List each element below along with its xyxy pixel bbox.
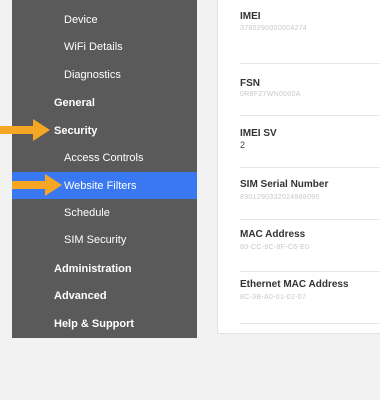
detail-value: 3780290000004274 [240, 25, 308, 32]
sidebar-item-administration[interactable]: Administration [12, 255, 197, 282]
sidebar-item-label: Device [64, 13, 98, 26]
sidebar-item-label: General [54, 96, 95, 109]
sidebar-item-device[interactable]: Device [12, 6, 197, 33]
detail-value: 0R8F27WN0000A [240, 91, 301, 98]
detail-value: 8C-3B-A0-01-02-07 [240, 294, 307, 301]
arrow-right-icon [0, 119, 50, 141]
detail-row-imei-sv: IMEI SV 2 [240, 115, 380, 168]
sidebar-nav: Device WiFi Details Diagnostics General … [12, 0, 197, 338]
sidebar-item-wifi-details[interactable]: WiFi Details [12, 33, 197, 60]
device-details-panel: IMEI 3780290000004274 FSN 0R8F27WN0000A … [217, 0, 380, 334]
detail-value: 8901290332024968095 [240, 194, 320, 201]
detail-row-fsn: FSN 0R8F27WN0000A [240, 63, 380, 116]
detail-label: FSN [240, 78, 260, 89]
sidebar-item-label: WiFi Details [64, 40, 123, 53]
detail-row-mac-address: MAC Address 80-CC-9C-8F-C6-E0 [240, 219, 380, 272]
sidebar-item-advanced[interactable]: Advanced [12, 282, 197, 309]
detail-row-imei: IMEI 3780290000004274 [240, 11, 380, 64]
detail-row-ethernet-mac-address: Ethernet MAC Address 8C-3B-A0-01-02-07 [240, 271, 380, 324]
detail-value: 2 [240, 140, 246, 150]
detail-value: 80-CC-9C-8F-C6-E0 [240, 244, 310, 251]
sidebar-item-label: Website Filters [64, 179, 137, 192]
detail-label: MAC Address [240, 229, 306, 240]
sidebar-item-label: Schedule [64, 206, 110, 219]
sidebar-item-label: Diagnostics [64, 68, 121, 81]
arrow-right-icon [12, 174, 62, 196]
detail-row-sim-serial-number: SIM Serial Number 8901290332024968095 [240, 167, 380, 220]
sidebar-item-label: Security [54, 124, 98, 137]
detail-label: IMEI SV [240, 128, 277, 139]
sidebar-item-diagnostics[interactable]: Diagnostics [12, 61, 197, 88]
sidebar-item-sim-security[interactable]: SIM Security [12, 226, 197, 253]
sidebar-item-access-controls[interactable]: Access Controls [12, 144, 197, 171]
sidebar-item-schedule[interactable]: Schedule [12, 199, 197, 226]
sidebar-item-label: Administration [54, 262, 132, 275]
sidebar-item-label: Advanced [54, 289, 107, 302]
sidebar-item-label: Access Controls [64, 151, 144, 164]
sidebar-item-label: SIM Security [64, 233, 127, 246]
detail-label: IMEI [240, 11, 261, 22]
sidebar-item-label: Help & Support [54, 317, 135, 330]
sidebar-item-general[interactable]: General [12, 89, 197, 116]
detail-label: Ethernet MAC Address [240, 279, 349, 290]
sidebar-item-help-support[interactable]: Help & Support [12, 310, 197, 337]
detail-label: SIM Serial Number [240, 179, 329, 190]
